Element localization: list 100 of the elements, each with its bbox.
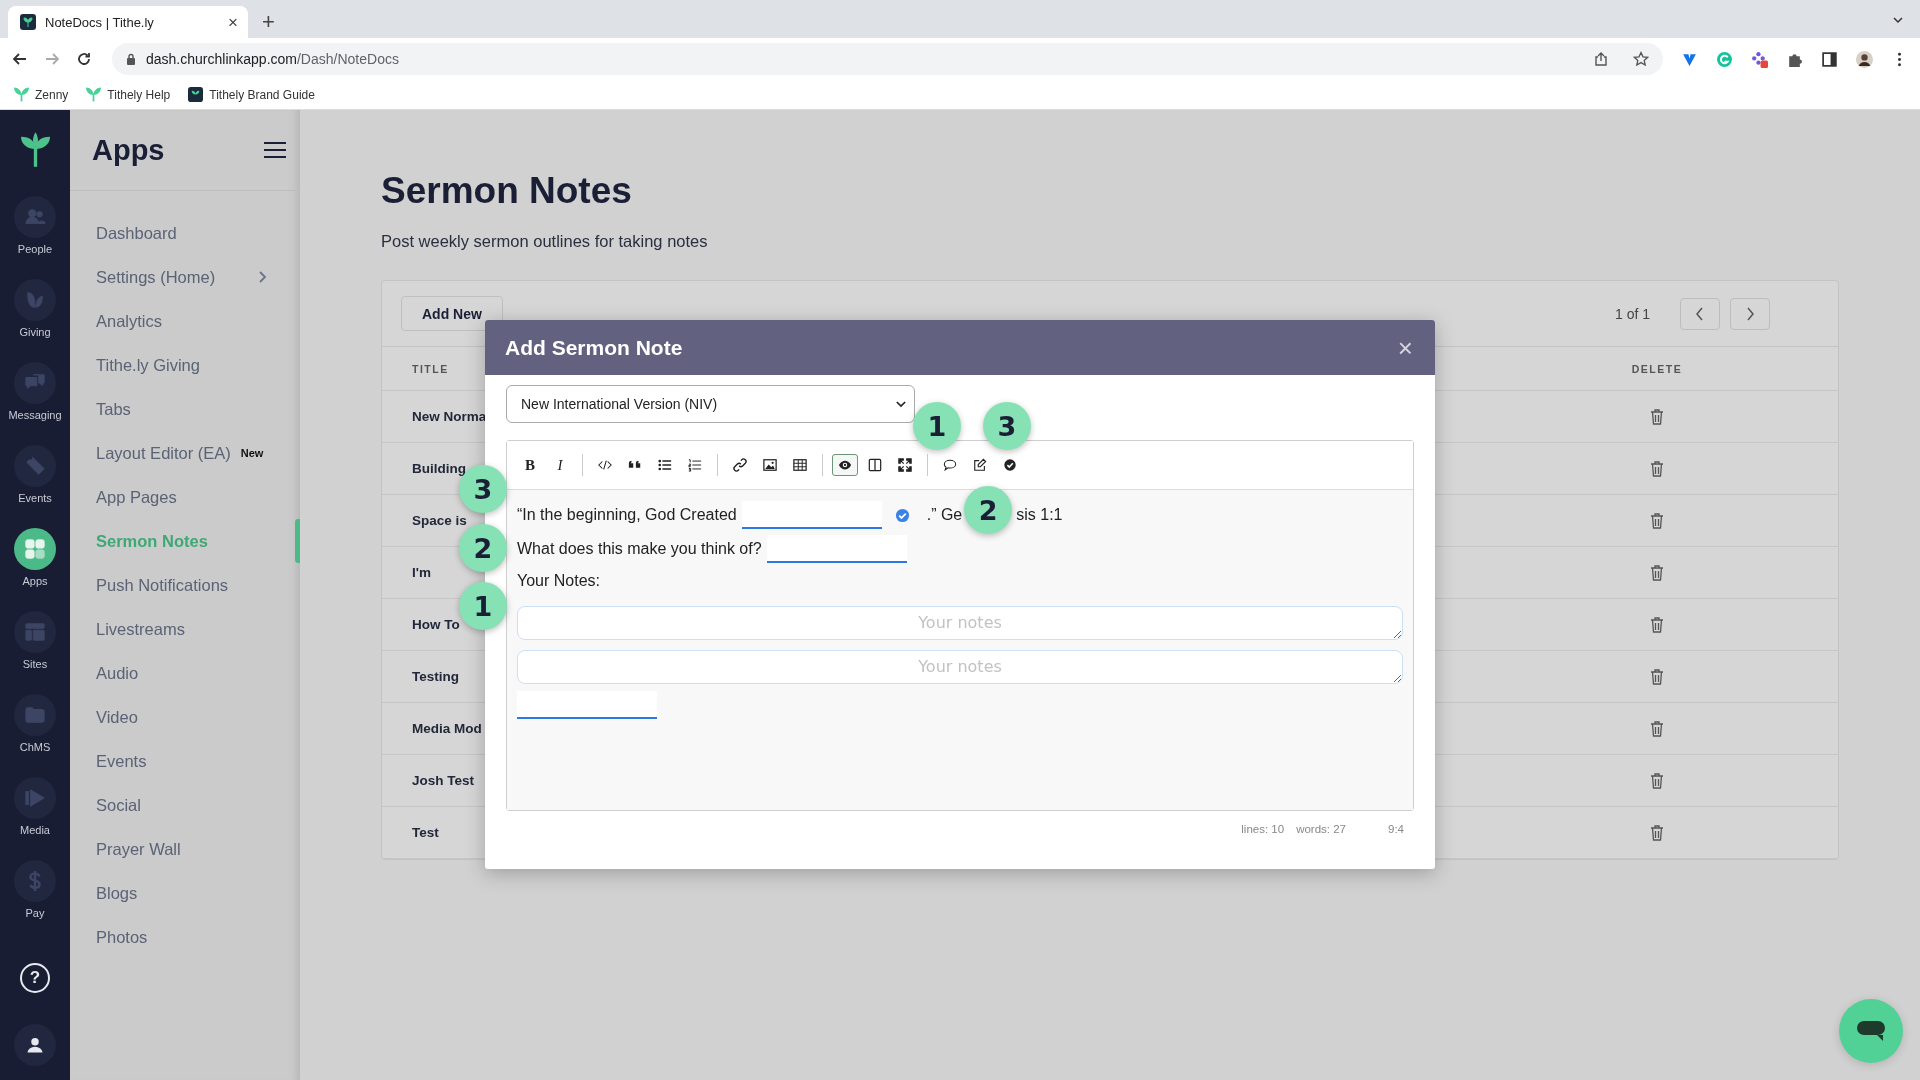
- close-button[interactable]: ×: [1397, 334, 1413, 361]
- trash-icon[interactable]: [1650, 616, 1664, 633]
- menu-icon[interactable]: [264, 141, 286, 159]
- speech-bubble-icon: [943, 458, 957, 472]
- verse-text: “In the beginning, God Created: [517, 506, 737, 524]
- bookmark[interactable]: Tithely Brand Guide: [188, 87, 315, 102]
- trash-icon[interactable]: [1650, 408, 1664, 425]
- active-indicator: [295, 519, 300, 563]
- add-new-button[interactable]: Add New: [401, 296, 503, 331]
- trash-icon[interactable]: [1650, 824, 1664, 841]
- pencil-square-icon: [973, 458, 987, 472]
- url-text: dash.churchlinkapp.com/Dash/NoteDocs: [146, 51, 399, 67]
- new-tab-button[interactable]: +: [262, 11, 275, 33]
- trash-icon[interactable]: [1650, 460, 1664, 477]
- page-title: Sermon Notes: [381, 170, 633, 212]
- trash-icon[interactable]: [1650, 668, 1664, 685]
- question-text: What does this make you think of?: [517, 540, 762, 558]
- table-cell: Josh Test: [412, 773, 474, 788]
- sidebar-item[interactable]: Livestreams: [96, 607, 288, 651]
- back-icon[interactable]: [12, 51, 28, 67]
- lock-icon: [126, 53, 136, 65]
- address-bar[interactable]: dash.churchlinkapp.com/Dash/NoteDocs: [112, 43, 1663, 75]
- code-icon: [598, 458, 612, 472]
- line-count: lines: 10: [1241, 823, 1285, 835]
- table-cell: I'm: [412, 565, 431, 580]
- sidebar-item[interactable]: Analytics: [96, 299, 288, 343]
- sidebar-item[interactable]: Push Notifications: [96, 563, 288, 607]
- flower-icon[interactable]: [1751, 50, 1768, 68]
- bullet-list-icon: [658, 458, 672, 472]
- sprout-icon: [188, 87, 204, 102]
- sidebar-item[interactable]: Dashboard: [96, 211, 288, 255]
- preview-button[interactable]: [832, 454, 858, 476]
- bookmark[interactable]: Zenny: [14, 87, 69, 102]
- italic-button[interactable]: I: [547, 454, 573, 476]
- help-button[interactable]: ?: [20, 963, 50, 993]
- sidebar-item[interactable]: Layout Editor (EA) New: [96, 431, 288, 475]
- sidebar-item[interactable]: Tabs: [96, 387, 288, 431]
- sprout-icon: [86, 87, 102, 102]
- sidebar-item[interactable]: Settings (Home): [96, 255, 288, 299]
- table-cell: Media Mod: [412, 721, 482, 736]
- side-panel-icon[interactable]: [1821, 50, 1838, 68]
- sidebar-item[interactable]: Video: [96, 695, 288, 739]
- media-icon: [24, 787, 46, 809]
- sidebar-item[interactable]: Audio: [96, 651, 288, 695]
- page-subtitle: Post weekly sermon outlines for taking notes: [381, 232, 709, 251]
- browser-tab[interactable]: NoteDocs | Tithe.ly ×: [8, 6, 248, 38]
- image-icon: [763, 458, 777, 472]
- apps-icon: [24, 538, 46, 560]
- verse-reference: sis 1:1: [1016, 506, 1063, 524]
- chevron-down-icon[interactable]: [1892, 14, 1904, 26]
- notes-field[interactable]: Your notes: [517, 650, 1403, 684]
- sidebar-item[interactable]: Blogs: [96, 871, 288, 915]
- version-dropdown[interactable]: New International Version (NIV): [506, 385, 915, 423]
- reload-icon[interactable]: [76, 51, 92, 67]
- user-icon: [25, 1035, 45, 1055]
- chat-bubble-icon: [1855, 1019, 1887, 1043]
- close-tab-button[interactable]: ×: [228, 13, 238, 31]
- share-icon[interactable]: [1593, 51, 1609, 67]
- chevron-right-icon: [1745, 306, 1755, 321]
- eye-icon: [838, 458, 852, 472]
- answer-box[interactable]: [766, 535, 907, 563]
- table-icon: [793, 458, 807, 472]
- sidebar-title: Apps: [92, 133, 166, 167]
- table-cell: Test: [412, 825, 439, 840]
- avatar-icon[interactable]: [1856, 50, 1873, 68]
- rail-item[interactable]: Messaging: [8, 362, 62, 445]
- sprout-logo-icon: [20, 132, 50, 167]
- modal-title: Add Sermon Note: [505, 335, 684, 360]
- new-label: New: [240, 447, 264, 459]
- table-cell: Testing: [412, 669, 459, 684]
- verse-reference: .” Ge: [926, 506, 963, 524]
- chevron-down-icon: [896, 400, 906, 408]
- column-header: TITLE: [412, 362, 450, 375]
- sprout-icon: [14, 87, 29, 102]
- link-icon: [733, 458, 747, 472]
- columns-icon: [868, 458, 882, 472]
- sidebar-item[interactable]: App Pages: [96, 475, 288, 519]
- trash-icon[interactable]: [1650, 772, 1664, 789]
- word-count: words: 27: [1296, 823, 1346, 835]
- bold-button[interactable]: B: [517, 454, 543, 476]
- user-button[interactable]: [14, 1024, 56, 1066]
- bookmark[interactable]: Tithely Help: [86, 87, 171, 102]
- sprout-icon: [20, 14, 36, 30]
- step-number-badge: 2: [964, 486, 1013, 534]
- sidebar-item[interactable]: Photos: [96, 915, 288, 959]
- star-icon[interactable]: [1633, 51, 1649, 67]
- chat-button[interactable]: [1839, 999, 1903, 1063]
- sidebar-item[interactable]: Prayer Wall: [96, 827, 288, 871]
- numbered-list-icon: [688, 458, 702, 472]
- sidebar-item[interactable]: Social: [96, 783, 288, 827]
- notes-label: Your Notes:: [517, 572, 600, 590]
- sidebar-item[interactable]: Events: [96, 739, 288, 783]
- trash-icon[interactable]: [1650, 512, 1664, 529]
- trash-icon[interactable]: [1650, 720, 1664, 737]
- column-header: DELETE: [1630, 362, 1684, 375]
- trash-icon[interactable]: [1650, 564, 1664, 581]
- sidebar-item[interactable]: Tithe.ly Giving: [96, 343, 288, 387]
- expand-icon: [898, 458, 912, 472]
- chevron-left-icon: [1695, 306, 1705, 321]
- notes-field[interactable]: Your notes: [517, 606, 1403, 640]
